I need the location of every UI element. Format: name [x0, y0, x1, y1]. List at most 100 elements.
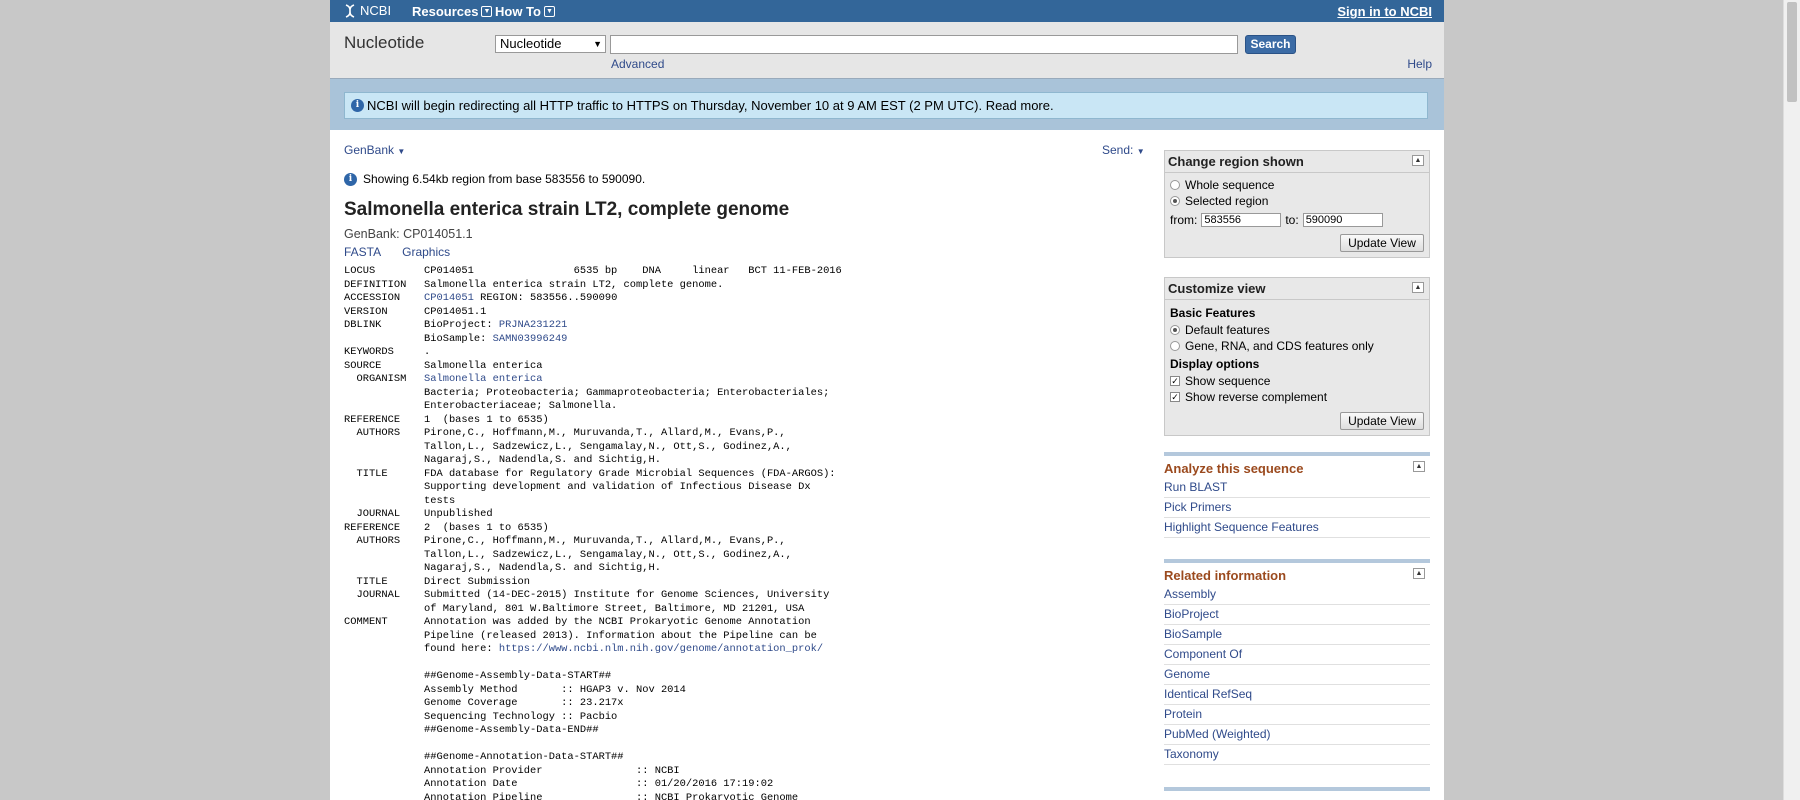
- selected-region-label: Selected region: [1185, 194, 1269, 208]
- genbank-flatfile: LOCUS CP014051 6535 bp DNA linear BCT 11-…: [344, 265, 842, 800]
- format-label: GenBank: [344, 143, 395, 157]
- genbank-field-value: 1 (bases 1 to 6535): [424, 413, 549, 426]
- genbank-field-key: TITLE: [344, 575, 388, 588]
- howto-menu[interactable]: How To ▼: [495, 4, 555, 19]
- send-dropdown[interactable]: Send: ▼: [1102, 143, 1145, 157]
- graphics-link[interactable]: Graphics: [402, 245, 450, 259]
- genbank-line: JOURNAL Submitted (14-DEC-2015) Institute…: [344, 589, 842, 603]
- related-link-biosample[interactable]: BioSample: [1164, 625, 1430, 645]
- show-sequence-checkbox[interactable]: ✓ Show sequence: [1170, 373, 1424, 389]
- genbank-field-key: LOCUS: [344, 265, 376, 277]
- show-sequence-label: Show sequence: [1185, 374, 1271, 388]
- collapse-icon[interactable]: ▲: [1412, 155, 1424, 166]
- genbank-field-value: CP014051 6535 bp DNA linear BCT 11-FEB-2…: [424, 265, 842, 277]
- database-select[interactable]: Nucleotide ▼: [495, 35, 606, 53]
- related-link-component-of[interactable]: Component Of: [1164, 645, 1430, 665]
- genbank-field-value: Annotation Pipeline :: NCBI Prokaryotic …: [424, 791, 799, 800]
- change-region-box: Change region shown ▲ Whole sequence Sele…: [1164, 150, 1430, 258]
- genbank-field-key: SOURCE: [344, 359, 382, 372]
- ncbi-logo[interactable]: NCBI: [344, 3, 391, 18]
- from-input[interactable]: 583556: [1201, 213, 1282, 227]
- show-reverse-complement-checkbox[interactable]: ✓ Show reverse complement: [1170, 389, 1424, 405]
- scrollbar-thumb[interactable]: [1787, 2, 1797, 102]
- radio-circle: [1170, 341, 1180, 351]
- radio-circle: [1170, 180, 1180, 190]
- collapse-icon[interactable]: ▲: [1412, 282, 1424, 293]
- genbank-field-value: .: [424, 346, 431, 358]
- gene-rna-cds-label: Gene, RNA, and CDS features only: [1185, 339, 1374, 353]
- related-link-protein[interactable]: Protein: [1164, 705, 1430, 725]
- related-link-identical-refseq[interactable]: Identical RefSeq: [1164, 685, 1430, 705]
- resources-menu[interactable]: Resources ▼: [412, 4, 493, 19]
- database-select-value: Nucleotide: [500, 36, 562, 51]
- gene-rna-cds-radio[interactable]: Gene, RNA, and CDS features only: [1170, 338, 1424, 354]
- genbank-line: Genome Coverage :: 23.217x: [344, 697, 842, 711]
- advanced-search-link[interactable]: Advanced: [611, 57, 664, 71]
- genbank-line: Tallon,L., Sadzewicz,L., Sengamalay,N., …: [344, 549, 842, 563]
- related-information-portlet: Related information ▲ Assembly BioProject B…: [1164, 559, 1430, 765]
- analyze-link-pick-primers[interactable]: Pick Primers: [1164, 498, 1430, 518]
- genbank-field-link[interactable]: Salmonella enterica: [424, 373, 542, 385]
- genbank-field-value: FDA database for Regulatory Grade Microb…: [424, 467, 836, 480]
- ncbi-helix-icon: [345, 3, 355, 18]
- search-button[interactable]: Search: [1245, 35, 1296, 54]
- genbank-line: AUTHORS Pirone,C., Hoffmann,M., Muruvanda…: [344, 427, 842, 441]
- genbank-line: JOURNAL Unpublished: [344, 508, 842, 522]
- chevron-down-icon: ▼: [543, 6, 555, 17]
- related-header: Related information: [1164, 568, 1287, 583]
- genbank-field-value: Tallon,L., Sadzewicz,L., Sengamalay,N., …: [424, 440, 792, 453]
- genbank-line: [344, 657, 842, 671]
- sign-in-link[interactable]: Sign in to NCBI: [1337, 4, 1432, 19]
- page-scrollbar[interactable]: [1783, 0, 1800, 800]
- whole-sequence-radio[interactable]: Whole sequence: [1170, 177, 1424, 193]
- ncbi-logo-text: NCBI: [360, 3, 392, 18]
- genbank-field-value: 2 (bases 1 to 6535): [424, 521, 549, 534]
- page: NCBI Resources ▼ How To ▼ Sign in to NCBI …: [330, 0, 1444, 800]
- analyze-link-highlight-sequence-features[interactable]: Highlight Sequence Features: [1164, 518, 1430, 538]
- whole-sequence-label: Whole sequence: [1185, 178, 1275, 192]
- related-link-genome[interactable]: Genome: [1164, 665, 1430, 685]
- genbank-field-value: Submitted (14-DEC-2015) Institute for Ge…: [424, 589, 830, 601]
- update-view-button[interactable]: Update View: [1340, 412, 1424, 430]
- fasta-link[interactable]: FASTA: [344, 245, 381, 259]
- to-input[interactable]: 590090: [1302, 213, 1383, 227]
- help-link[interactable]: Help: [1407, 57, 1432, 71]
- radio-circle: [1170, 196, 1180, 206]
- genbank-field-link[interactable]: CP014051: [424, 292, 474, 304]
- genbank-field-value: Bacteria; Proteobacteria; Gammaproteobac…: [424, 386, 830, 399]
- genbank-field-value: Pirone,C., Hoffmann,M., Muruvanda,T., Al…: [424, 535, 786, 547]
- search-input[interactable]: [610, 35, 1238, 54]
- analyze-sequence-portlet: Analyze this sequence ▲ Run BLAST Pick Pri…: [1164, 452, 1430, 538]
- genbank-line: REFERENCE 1 (bases 1 to 6535): [344, 414, 842, 428]
- update-view-button[interactable]: Update View: [1340, 234, 1424, 252]
- related-link-assembly[interactable]: Assembly: [1164, 585, 1430, 605]
- genbank-field-value: Sequencing Technology :: Pacbio: [424, 710, 618, 723]
- record-title: Salmonella enterica strain LT2, complete…: [344, 199, 790, 220]
- related-link-bioproject[interactable]: BioProject: [1164, 605, 1430, 625]
- analyze-link-run-blast[interactable]: Run BLAST: [1164, 478, 1430, 498]
- collapse-icon[interactable]: ▲: [1413, 461, 1425, 472]
- next-portlet: [1164, 787, 1430, 800]
- related-link-pubmed-weighted[interactable]: PubMed (Weighted): [1164, 725, 1430, 745]
- genbank-field-link[interactable]: SAMN03996249: [493, 333, 568, 345]
- genbank-field-value: of Maryland, 801 W.Baltimore Street, Bal…: [424, 602, 805, 615]
- record-format-links: FASTA Graphics: [344, 245, 450, 259]
- genbank-field-link[interactable]: PRJNA231221: [499, 319, 568, 331]
- analyze-header: Analyze this sequence: [1164, 461, 1304, 476]
- default-features-radio[interactable]: Default features: [1170, 322, 1424, 338]
- caret-down-icon: ▼: [397, 147, 406, 156]
- read-more-link[interactable]: Read more.: [986, 98, 1054, 113]
- ncbi-topbar: NCBI Resources ▼ How To ▼ Sign in to NCBI: [330, 0, 1444, 22]
- genbank-line: Sequencing Technology :: Pacbio: [344, 711, 842, 725]
- genbank-field-link[interactable]: https://www.ncbi.nlm.nih.gov/genome/anno…: [499, 643, 823, 655]
- change-region-header: Change region shown: [1168, 154, 1304, 169]
- collapse-icon[interactable]: ▲: [1413, 568, 1425, 579]
- related-link-taxonomy[interactable]: Taxonomy: [1164, 745, 1430, 765]
- genbank-field-key: DEFINITION: [344, 278, 407, 291]
- https-announcement-banner: i NCBI will begin redirecting all HTTP t…: [344, 92, 1428, 119]
- genbank-field-value: BioProject:: [424, 319, 499, 331]
- format-dropdown[interactable]: GenBank ▼: [344, 143, 405, 157]
- selected-region-radio[interactable]: Selected region: [1170, 193, 1424, 209]
- genbank-field-value: tests: [424, 494, 456, 507]
- genbank-field-value: BioSample:: [424, 332, 493, 345]
